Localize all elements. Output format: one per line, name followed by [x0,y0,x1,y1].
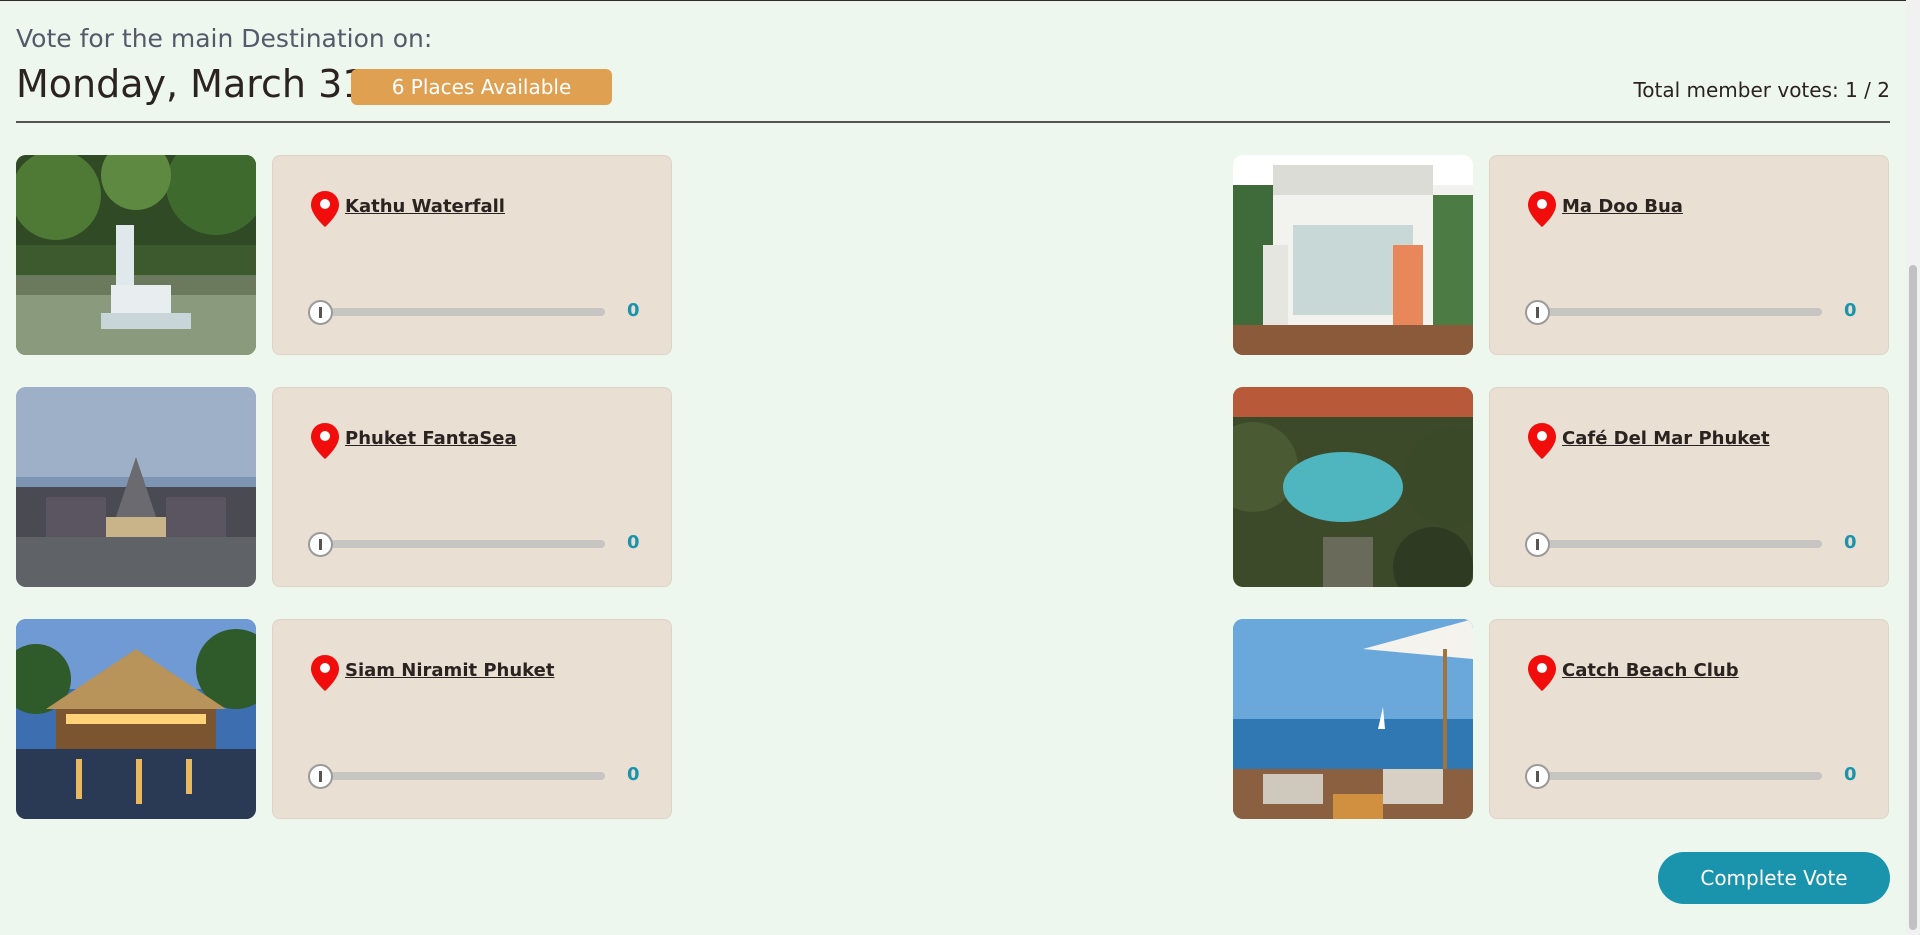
vote-slider-track[interactable] [1534,308,1822,316]
vote-slider-thumb[interactable] [308,300,333,325]
map-pin-icon [1528,655,1556,691]
vote-slider-track[interactable] [317,772,605,780]
map-pin-icon [311,655,339,691]
place-name-link[interactable]: Kathu Waterfall [345,196,505,217]
vote-slider-thumb[interactable] [308,764,333,789]
place-name-link[interactable]: Catch Beach Club [1562,660,1739,681]
vote-slider-thumb[interactable] [1525,300,1550,325]
map-pin-icon [311,423,339,459]
complete-vote-button[interactable]: Complete Vote [1658,852,1890,904]
place-card: Ma Doo Bua 0 [1489,155,1889,355]
place-photo-catch-beach-club [1233,619,1473,819]
vote-slider-thumb[interactable] [1525,764,1550,789]
vote-header: Vote for the main Destination on: Monday… [16,24,1890,124]
header-divider [16,121,1890,123]
place-card: Siam Niramit Phuket 0 [272,619,672,819]
vote-count: 0 [627,764,640,785]
place-card: Phuket FantaSea 0 [272,387,672,587]
vote-count: 0 [1844,300,1857,321]
page-scrollbar[interactable] [1906,0,1920,935]
vote-slider-track[interactable] [317,540,605,548]
top-border [0,0,1920,1]
place-card: Catch Beach Club 0 [1489,619,1889,819]
place-photo-kathu-waterfall [16,155,256,355]
vote-slider-thumb[interactable] [1525,532,1550,557]
map-pin-icon [1528,191,1556,227]
map-pin-icon [1528,423,1556,459]
place-card: Café Del Mar Phuket 0 [1489,387,1889,587]
total-member-votes: Total member votes: 1 / 2 [1633,78,1890,102]
place-photo-cafe-del-mar [1233,387,1473,587]
vote-count: 0 [627,532,640,553]
vote-count: 0 [627,300,640,321]
place-photo-ma-doo-bua [1233,155,1473,355]
vote-date-title: Monday, March 31 [16,62,367,106]
place-name-link[interactable]: Ma Doo Bua [1562,196,1683,217]
vote-slider-thumb[interactable] [308,532,333,557]
vote-count: 0 [1844,532,1857,553]
map-pin-icon [311,191,339,227]
place-photo-siam-niramit [16,619,256,819]
vote-slider-track[interactable] [317,308,605,316]
place-name-link[interactable]: Café Del Mar Phuket [1562,428,1770,449]
place-photo-phuket-fantasea [16,387,256,587]
place-card: Kathu Waterfall 0 [272,155,672,355]
vote-count: 0 [1844,764,1857,785]
place-name-link[interactable]: Siam Niramit Phuket [345,660,554,681]
places-available-badge: 6 Places Available [351,69,612,105]
vote-subtitle: Vote for the main Destination on: [16,24,433,53]
scrollbar-thumb[interactable] [1909,265,1917,930]
vote-slider-track[interactable] [1534,540,1822,548]
place-name-link[interactable]: Phuket FantaSea [345,428,517,449]
vote-slider-track[interactable] [1534,772,1822,780]
